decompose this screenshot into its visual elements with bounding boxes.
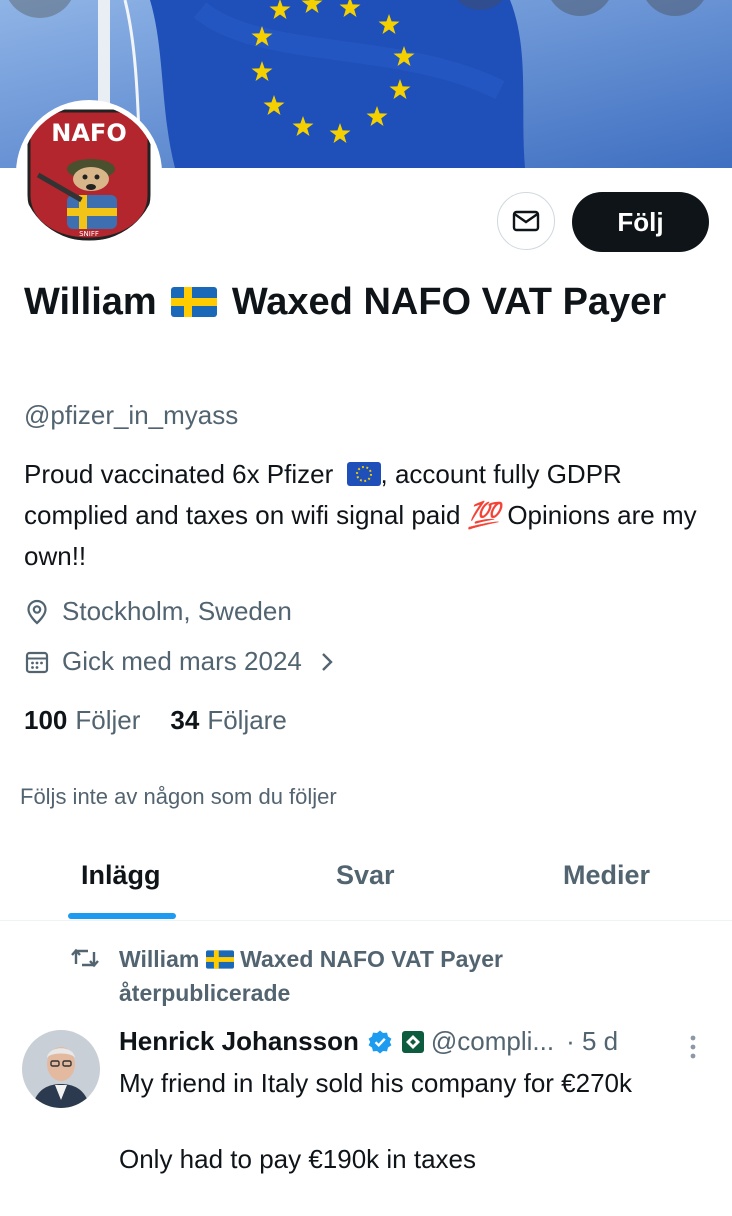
profile-name-part1: William (24, 281, 157, 323)
hundred-points-icon: 💯 (467, 500, 501, 530)
repost-user-part1: William (119, 946, 200, 972)
following-label: Följer (75, 705, 141, 735)
profile-name-part2: Waxed NAFO VAT Payer (231, 281, 667, 323)
profile-tabs: Inlägg Svar Medier (0, 834, 732, 921)
verified-badge-icon (368, 1030, 392, 1053)
mail-icon (512, 210, 540, 232)
message-button[interactable] (497, 192, 555, 250)
follow-button[interactable]: Följ (572, 192, 709, 252)
repost-user-part2: Waxed NAFO VAT Payer (240, 946, 503, 972)
followers-label: Följare (207, 705, 287, 735)
tab-media[interactable]: Medier (563, 860, 650, 891)
profile-location: Stockholm, Sweden (24, 596, 292, 627)
eu-flag-icon (346, 462, 381, 486)
profile-avatar[interactable]: NAFO SNIFF (16, 100, 162, 246)
post-body[interactable]: My friend in Italy sold his company for … (119, 1064, 719, 1216)
sweden-flag-icon (171, 287, 218, 317)
more-options-icon[interactable] (686, 1034, 700, 1062)
post-author-avatar[interactable] (22, 1030, 100, 1108)
active-tab-indicator (68, 913, 176, 919)
avatar-nafo-text: NAFO (51, 119, 126, 147)
location-pin-icon (27, 599, 47, 624)
following-stat[interactable]: 100 Följer (24, 705, 140, 736)
followers-stat[interactable]: 34 Följare (170, 705, 286, 736)
tab-posts[interactable]: Inlägg (81, 860, 161, 891)
joined-text: Gick med mars 2024 (62, 646, 302, 676)
svg-text:SNIFF: SNIFF (79, 230, 99, 238)
repost-label: återpublicerade (119, 980, 291, 1006)
following-count: 100 (24, 705, 68, 735)
post-text-line1: My friend in Italy sold his company for … (119, 1068, 633, 1098)
profile-name: William Waxed NAFO VAT Payer (24, 274, 704, 330)
profile-bio: Proud vaccinated 6x Pfizer , account ful… (24, 454, 714, 577)
sweden-flag-small-icon (205, 950, 234, 969)
post-header: Henrick Johansson @compli... · 5 d (119, 1026, 719, 1057)
not-followed-notice: Följs inte av någon som du följer (20, 784, 337, 809)
location-text: Stockholm, Sweden (62, 596, 292, 626)
calendar-icon (25, 651, 49, 673)
post-timestamp[interactable]: · 5 d (566, 1026, 618, 1057)
followers-count: 34 (170, 705, 200, 735)
profile-stats: 100 Följer 34 Följare (24, 705, 317, 736)
repost-icon (71, 948, 99, 968)
tab-replies[interactable]: Svar (336, 860, 395, 891)
post-text-line2: Only had to pay €190k in taxes (119, 1144, 477, 1174)
affiliate-badge-icon (401, 1030, 424, 1053)
post-author-handle[interactable]: @compli... (431, 1026, 554, 1057)
profile-joined[interactable]: Gick med mars 2024 (24, 646, 350, 677)
profile-handle: @pfizer_in_myass (24, 400, 239, 430)
post-author-name[interactable]: Henrick Johansson (119, 1026, 359, 1057)
repost-attribution[interactable]: William Waxed NAFO VAT Payer återpublice… (119, 942, 679, 1010)
chevron-right-icon (322, 652, 333, 671)
bio-text-part1: Proud vaccinated 6x Pfizer (24, 459, 334, 489)
